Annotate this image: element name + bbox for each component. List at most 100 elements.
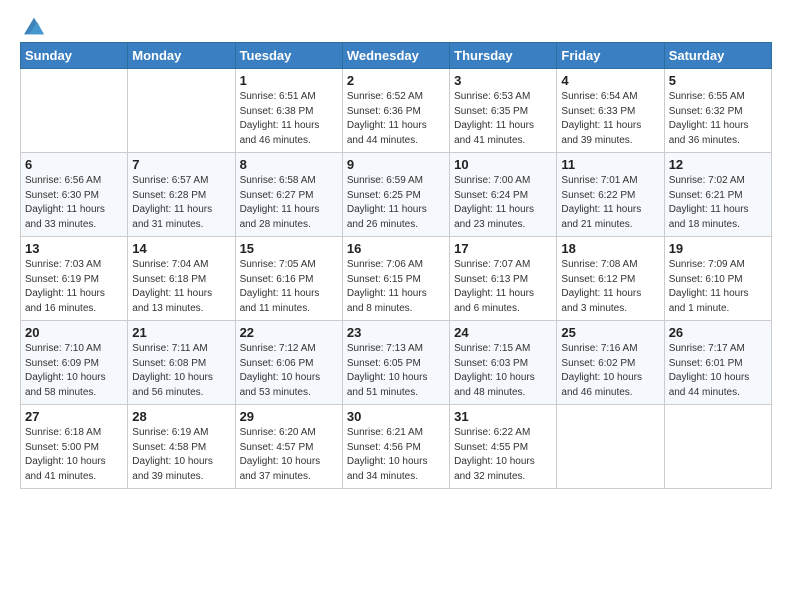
day-number: 4	[561, 73, 659, 88]
calendar-cell: 31Sunrise: 6:22 AM Sunset: 4:55 PM Dayli…	[450, 405, 557, 489]
day-number: 1	[240, 73, 338, 88]
calendar-cell: 7Sunrise: 6:57 AM Sunset: 6:28 PM Daylig…	[128, 153, 235, 237]
cell-info: Sunrise: 6:58 AM Sunset: 6:27 PM Dayligh…	[240, 174, 338, 232]
day-number: 15	[240, 241, 338, 256]
calendar-cell: 21 Sunrise: 7:11 AM Sunset: 6:08 PM Dayli…	[128, 321, 235, 405]
calendar-cell	[128, 69, 235, 153]
day-number: 25	[561, 325, 659, 340]
calendar-cell: 22 Sunrise: 7:12 AM Sunset: 6:06 PM Dayli…	[235, 321, 342, 405]
cell-info: Sunrise: 6:22 AM Sunset: 4:55 PM Dayligh…	[454, 426, 552, 484]
cell-info: Sunrise: 7:00 AM Sunset: 6:24 PM Dayligh…	[454, 174, 552, 232]
calendar-cell: 25Sunrise: 7:16 AM Sunset: 6:02 PM Dayli…	[557, 321, 664, 405]
cell-info: Sunrise: 6:20 AM Sunset: 4:57 PM Dayligh…	[240, 426, 338, 484]
day-number: 17	[454, 241, 552, 256]
logo-icon	[24, 16, 44, 36]
cell-info: Sunrise: 7:15 AM Sunset: 6:03 PM Dayligh…	[454, 342, 552, 400]
day-number: 24	[454, 325, 552, 340]
cell-info: Sunrise: 7:04 AM Sunset: 6:18 PM Dayligh…	[132, 258, 230, 316]
calendar-cell: 8Sunrise: 6:58 AM Sunset: 6:27 PM Daylig…	[235, 153, 342, 237]
calendar-cell: 1 Sunrise: 6:51 AM Sunset: 6:38 PM Daylig…	[235, 69, 342, 153]
column-header-saturday: Saturday	[664, 43, 771, 69]
calendar-cell	[557, 405, 664, 489]
day-number: 2	[347, 73, 445, 88]
calendar-cell: 27 Sunrise: 6:18 AM Sunset: 5:00 PM Dayli…	[21, 405, 128, 489]
calendar-cell: 11 Sunrise: 7:01 AM Sunset: 6:22 PM Dayli…	[557, 153, 664, 237]
calendar-table: SundayMondayTuesdayWednesdayThursdayFrid…	[20, 42, 772, 489]
column-header-monday: Monday	[128, 43, 235, 69]
calendar-week-row: 6Sunrise: 6:56 AM Sunset: 6:30 PM Daylig…	[21, 153, 772, 237]
calendar-page: SundayMondayTuesdayWednesdayThursdayFrid…	[0, 0, 792, 612]
day-number: 28	[132, 409, 230, 424]
cell-info: Sunrise: 7:17 AM Sunset: 6:01 PM Dayligh…	[669, 342, 767, 400]
calendar-cell: 16 Sunrise: 7:06 AM Sunset: 6:15 PM Dayli…	[342, 237, 449, 321]
calendar-week-row: 1 Sunrise: 6:51 AM Sunset: 6:38 PM Daylig…	[21, 69, 772, 153]
cell-info: Sunrise: 6:18 AM Sunset: 5:00 PM Dayligh…	[25, 426, 123, 484]
logo	[20, 16, 44, 32]
day-number: 6	[25, 157, 123, 172]
calendar-cell: 23Sunrise: 7:13 AM Sunset: 6:05 PM Dayli…	[342, 321, 449, 405]
day-number: 13	[25, 241, 123, 256]
day-number: 29	[240, 409, 338, 424]
cell-info: Sunrise: 6:54 AM Sunset: 6:33 PM Dayligh…	[561, 90, 659, 148]
cell-info: Sunrise: 7:10 AM Sunset: 6:09 PM Dayligh…	[25, 342, 123, 400]
cell-info: Sunrise: 7:01 AM Sunset: 6:22 PM Dayligh…	[561, 174, 659, 232]
column-header-friday: Friday	[557, 43, 664, 69]
calendar-cell: 30 Sunrise: 6:21 AM Sunset: 4:56 PM Dayli…	[342, 405, 449, 489]
calendar-cell: 26 Sunrise: 7:17 AM Sunset: 6:01 PM Dayli…	[664, 321, 771, 405]
cell-info: Sunrise: 6:21 AM Sunset: 4:56 PM Dayligh…	[347, 426, 445, 484]
cell-info: Sunrise: 6:53 AM Sunset: 6:35 PM Dayligh…	[454, 90, 552, 148]
day-number: 20	[25, 325, 123, 340]
column-header-thursday: Thursday	[450, 43, 557, 69]
cell-info: Sunrise: 7:05 AM Sunset: 6:16 PM Dayligh…	[240, 258, 338, 316]
calendar-cell: 9 Sunrise: 6:59 AM Sunset: 6:25 PM Daylig…	[342, 153, 449, 237]
day-number: 22	[240, 325, 338, 340]
calendar-week-row: 20 Sunrise: 7:10 AM Sunset: 6:09 PM Dayli…	[21, 321, 772, 405]
day-number: 12	[669, 157, 767, 172]
calendar-header-row: SundayMondayTuesdayWednesdayThursdayFrid…	[21, 43, 772, 69]
cell-info: Sunrise: 6:52 AM Sunset: 6:36 PM Dayligh…	[347, 90, 445, 148]
column-header-sunday: Sunday	[21, 43, 128, 69]
calendar-cell: 18 Sunrise: 7:08 AM Sunset: 6:12 PM Dayli…	[557, 237, 664, 321]
calendar-cell: 2 Sunrise: 6:52 AM Sunset: 6:36 PM Daylig…	[342, 69, 449, 153]
calendar-week-row: 27 Sunrise: 6:18 AM Sunset: 5:00 PM Dayli…	[21, 405, 772, 489]
calendar-cell: 24 Sunrise: 7:15 AM Sunset: 6:03 PM Dayli…	[450, 321, 557, 405]
calendar-cell: 29 Sunrise: 6:20 AM Sunset: 4:57 PM Dayli…	[235, 405, 342, 489]
calendar-cell: 19Sunrise: 7:09 AM Sunset: 6:10 PM Dayli…	[664, 237, 771, 321]
cell-info: Sunrise: 6:51 AM Sunset: 6:38 PM Dayligh…	[240, 90, 338, 148]
calendar-cell: 20 Sunrise: 7:10 AM Sunset: 6:09 PM Dayli…	[21, 321, 128, 405]
day-number: 14	[132, 241, 230, 256]
calendar-cell: 6Sunrise: 6:56 AM Sunset: 6:30 PM Daylig…	[21, 153, 128, 237]
cell-info: Sunrise: 6:59 AM Sunset: 6:25 PM Dayligh…	[347, 174, 445, 232]
day-number: 27	[25, 409, 123, 424]
calendar-cell: 5Sunrise: 6:55 AM Sunset: 6:32 PM Daylig…	[664, 69, 771, 153]
cell-info: Sunrise: 7:06 AM Sunset: 6:15 PM Dayligh…	[347, 258, 445, 316]
calendar-cell: 28 Sunrise: 6:19 AM Sunset: 4:58 PM Dayli…	[128, 405, 235, 489]
day-number: 26	[669, 325, 767, 340]
header	[20, 16, 772, 32]
day-number: 30	[347, 409, 445, 424]
calendar-cell: 3Sunrise: 6:53 AM Sunset: 6:35 PM Daylig…	[450, 69, 557, 153]
calendar-cell: 10 Sunrise: 7:00 AM Sunset: 6:24 PM Dayli…	[450, 153, 557, 237]
day-number: 10	[454, 157, 552, 172]
day-number: 21	[132, 325, 230, 340]
cell-info: Sunrise: 7:03 AM Sunset: 6:19 PM Dayligh…	[25, 258, 123, 316]
cell-info: Sunrise: 7:12 AM Sunset: 6:06 PM Dayligh…	[240, 342, 338, 400]
cell-info: Sunrise: 6:55 AM Sunset: 6:32 PM Dayligh…	[669, 90, 767, 148]
calendar-cell: 13 Sunrise: 7:03 AM Sunset: 6:19 PM Dayli…	[21, 237, 128, 321]
cell-info: Sunrise: 6:57 AM Sunset: 6:28 PM Dayligh…	[132, 174, 230, 232]
calendar-cell	[664, 405, 771, 489]
day-number: 11	[561, 157, 659, 172]
cell-info: Sunrise: 7:08 AM Sunset: 6:12 PM Dayligh…	[561, 258, 659, 316]
cell-info: Sunrise: 7:13 AM Sunset: 6:05 PM Dayligh…	[347, 342, 445, 400]
cell-info: Sunrise: 7:11 AM Sunset: 6:08 PM Dayligh…	[132, 342, 230, 400]
day-number: 9	[347, 157, 445, 172]
calendar-cell: 15 Sunrise: 7:05 AM Sunset: 6:16 PM Dayli…	[235, 237, 342, 321]
day-number: 19	[669, 241, 767, 256]
day-number: 18	[561, 241, 659, 256]
calendar-week-row: 13 Sunrise: 7:03 AM Sunset: 6:19 PM Dayli…	[21, 237, 772, 321]
calendar-cell: 17Sunrise: 7:07 AM Sunset: 6:13 PM Dayli…	[450, 237, 557, 321]
cell-info: Sunrise: 7:02 AM Sunset: 6:21 PM Dayligh…	[669, 174, 767, 232]
day-number: 16	[347, 241, 445, 256]
cell-info: Sunrise: 6:19 AM Sunset: 4:58 PM Dayligh…	[132, 426, 230, 484]
calendar-cell	[21, 69, 128, 153]
